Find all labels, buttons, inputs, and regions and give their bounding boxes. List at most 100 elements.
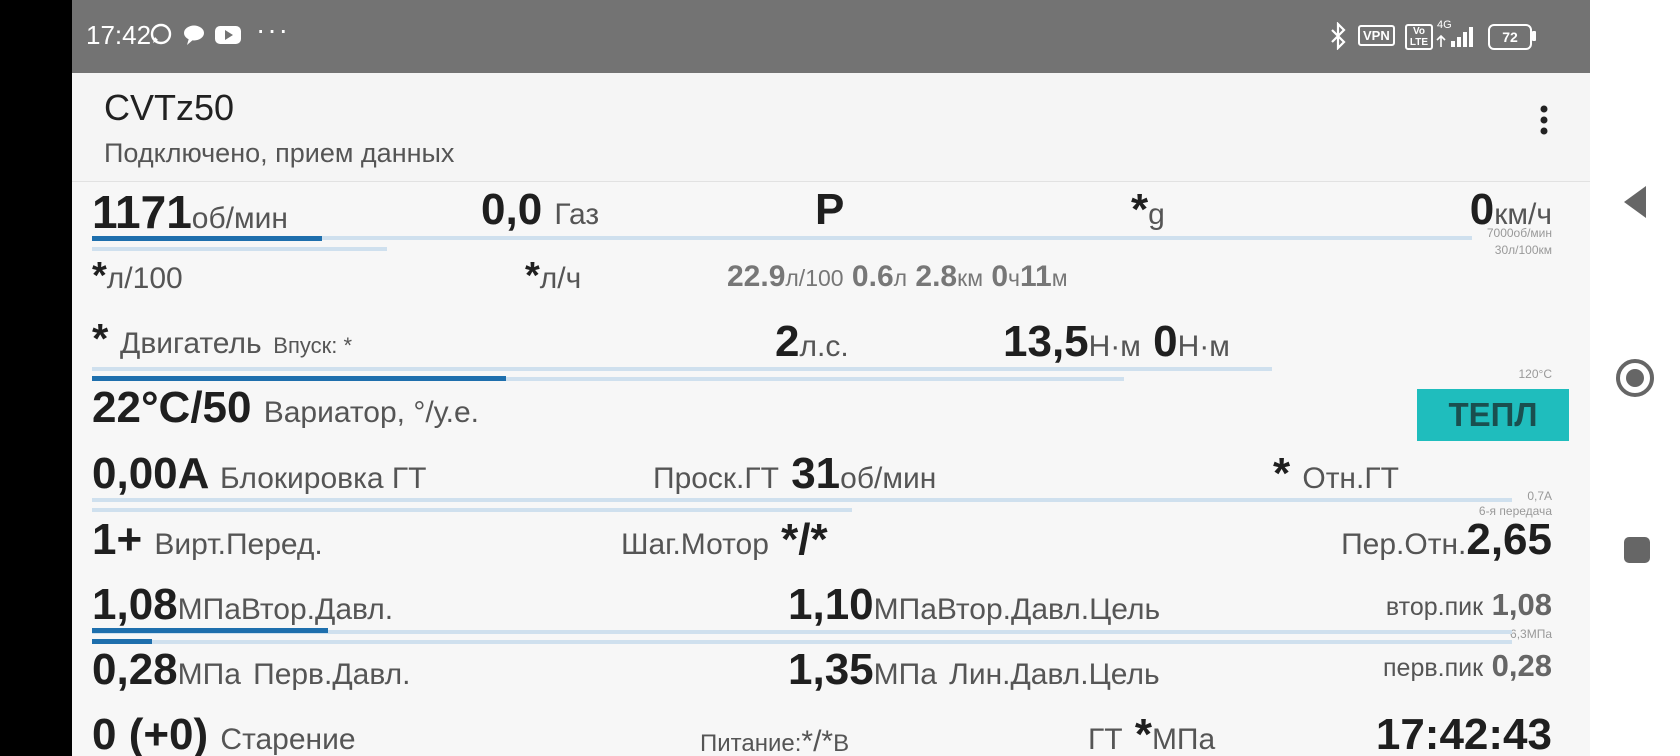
power-supply-readout: Питание:*/*В	[700, 725, 849, 756]
cvt-label: Вариатор, °/у.е.	[263, 396, 480, 429]
tc-pressure-readout: ГТ *МПа	[1088, 710, 1215, 756]
secondary-peak-readout: втор.пик 1,08	[1386, 587, 1552, 623]
consumption-per100-unit: л/100	[106, 262, 183, 295]
rpm-unit: об/мин	[191, 202, 288, 235]
secondary-target-unit: МПа	[873, 593, 937, 626]
torque-unit: Н·м	[1088, 330, 1141, 363]
primary-peak-label: перв.пик	[1383, 654, 1484, 682]
stepper-motor-label: Шаг.Мотор	[621, 528, 769, 561]
throttle-label: Газ	[554, 198, 600, 231]
torque-second-unit: Н·м	[1177, 330, 1230, 363]
navigation-bar	[1590, 0, 1680, 756]
secondary-pressure-value: 1,08	[92, 580, 178, 629]
rpm-scale-label: 7000об/мин	[1486, 226, 1552, 240]
throttle-readout: 0,0 Газ	[481, 185, 599, 235]
primary-peak-value: 0,28	[1491, 648, 1552, 683]
consumption-per100-value: *	[92, 255, 107, 297]
trip-summary: 22.9л/100 0.6л 2.8км 0ч11м	[727, 260, 1068, 294]
power-supply-label: Питание:	[700, 730, 802, 756]
pulley-ratio-readout: Пер.Отн.2,65	[1341, 515, 1552, 565]
throttle-value: 0,0	[481, 185, 543, 234]
intake-temp: Впуск: *	[273, 333, 353, 358]
g-force-value: *	[1131, 185, 1149, 234]
back-button[interactable]	[1620, 184, 1650, 220]
lockup-scale-label: 0,7A	[1527, 489, 1552, 503]
rpm-bar-fill	[92, 236, 323, 241]
primary-pressure-track	[92, 640, 1512, 644]
g-force-unit: g	[1148, 198, 1165, 231]
tc-pressure-label: ГТ	[1088, 723, 1123, 756]
power-supply-unit: В	[833, 730, 850, 756]
engine-temp-scale-label: 120°C	[1518, 367, 1553, 381]
tc-slip-readout: Проск.ГТ 31об/мин	[653, 449, 936, 499]
rpm-value: 1171	[92, 186, 192, 238]
more-notifications-icon: ···	[256, 14, 290, 45]
lockup-value: 0,00A	[92, 449, 208, 498]
home-button[interactable]	[1614, 357, 1656, 399]
secondary-peak-label: втор.пик	[1385, 593, 1484, 621]
recents-button[interactable]	[1622, 535, 1652, 565]
vpn-badge: VPN	[1358, 25, 1395, 46]
primary-pressure-value: 0,28	[92, 645, 178, 694]
stepper-motor-value: */*	[781, 515, 828, 564]
battery-tip	[1532, 31, 1536, 41]
tc-pressure-value: *	[1134, 710, 1152, 756]
battery-level: 72	[1502, 29, 1518, 45]
secondary-pressure-unit: МПа	[177, 593, 241, 626]
volte-badge: Vo LTE	[1405, 24, 1433, 50]
trip-hours-unit: ч	[1008, 265, 1021, 291]
clock-readout: 17:42:43	[1375, 710, 1552, 756]
bluetooth-icon	[1331, 22, 1346, 50]
trip-consumption: 22.9	[727, 260, 786, 293]
torque-readout: 13,5Н·м 0Н·м	[1003, 317, 1230, 367]
power-readout: 2л.с.	[775, 317, 849, 367]
primary-pressure-fill	[92, 639, 152, 644]
trip-distance: 2.8	[915, 260, 958, 293]
tc-ratio-label: Отн.ГТ	[1302, 462, 1399, 495]
consumption-per-hour: *л/ч	[525, 255, 581, 298]
virtual-gear-readout: 1+ Вирт.Перед.	[92, 515, 323, 565]
tc-slip-label: Проск.ГТ	[653, 462, 779, 495]
primary-peak-readout: перв.пик 0,28	[1383, 648, 1552, 684]
secondary-target-value: 1,10	[788, 580, 874, 629]
trip-minutes-unit: м	[1051, 265, 1068, 291]
aging-value: 0 (+0)	[92, 710, 209, 756]
consumption-per-hour-unit: л/ч	[539, 262, 582, 295]
warm-status-badge: ТЕПЛ	[1417, 389, 1569, 441]
secondary-target-readout: 1,10МПаВтор.Давл.Цель	[788, 580, 1160, 630]
pulley-ratio-value: 2,65	[1466, 515, 1552, 564]
trip-fuel-unit: л	[893, 265, 908, 291]
youtube-icon	[215, 26, 241, 44]
battery-icon: 72	[1488, 24, 1532, 50]
app-bar: CVTz50 Подключено, прием данных	[72, 73, 1590, 182]
line-pressure-target-value: 1,35	[788, 645, 874, 694]
gear-bar-track	[92, 508, 852, 512]
signal-icon	[1436, 27, 1473, 47]
stepper-motor-readout: Шаг.Мотор */*	[621, 515, 828, 565]
virtual-gear-label: Вирт.Перед.	[154, 528, 323, 561]
gear-selector: P	[815, 185, 845, 234]
tc-slip-unit: об/мин	[840, 462, 937, 495]
primary-pressure-unit: МПа	[177, 658, 241, 691]
virtual-gear-value: 1+	[92, 515, 143, 564]
secondary-pressure-fill	[92, 628, 328, 633]
primary-pressure-label: Перв.Давл.	[253, 658, 411, 691]
connection-status: Подключено, прием данных	[104, 138, 455, 168]
consumption-per100: *л/100	[92, 255, 183, 298]
trip-distance-unit: км	[957, 265, 983, 291]
overflow-menu-button[interactable]	[1532, 103, 1556, 139]
line-pressure-target-label: Лин.Давл.Цель	[949, 658, 1160, 691]
app-title: CVTz50	[104, 87, 235, 128]
primary-pressure-readout: 0,28МПа Перв.Давл.	[92, 645, 410, 695]
power-supply-value: */*	[801, 725, 834, 756]
power-unit: л.с.	[799, 330, 849, 363]
rpm-readout: 1171об/мин	[92, 185, 288, 239]
tc-ratio-value: *	[1273, 449, 1291, 498]
trip-consumption-unit: л/100	[785, 265, 844, 291]
tc-pressure-unit: МПа	[1151, 723, 1216, 756]
pulley-ratio-label: Пер.Отн.	[1341, 528, 1467, 561]
lockup-label: Блокировка ГТ	[220, 462, 427, 495]
lockup-bar-track	[92, 498, 1512, 502]
trip-hours: 0	[991, 260, 1009, 293]
engine-label: Двигатель	[120, 327, 262, 360]
